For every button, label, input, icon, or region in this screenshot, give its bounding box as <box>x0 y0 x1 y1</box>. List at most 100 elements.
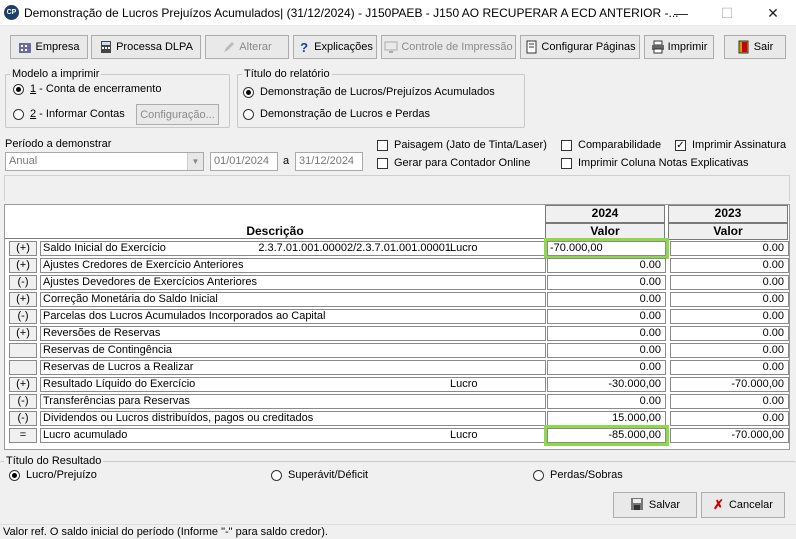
row-value-2023[interactable]: -70.000,00 <box>670 377 789 392</box>
row-value-2023[interactable]: 0.00 <box>670 343 789 358</box>
row-value-2023[interactable]: 0.00 <box>670 309 789 324</box>
processa-dlpa-button[interactable]: Processa DLPA <box>91 35 201 59</box>
titulo-option-1[interactable]: Demonstração de Lucros/Prejuízos Acumula… <box>243 86 495 98</box>
table-row: Reservas de Lucros a Realizar 0.00 0.00 <box>5 360 791 377</box>
sair-button[interactable]: Sair <box>724 35 786 59</box>
row-value-2023[interactable]: 0.00 <box>670 258 789 273</box>
alterar-button[interactable]: Alterar <box>205 35 289 59</box>
row-value-2024[interactable]: 0.00 <box>547 360 666 375</box>
row-value-2024[interactable]: 0.00 <box>547 258 666 273</box>
paisagem-box[interactable] <box>377 139 388 151</box>
row-sign: (+) <box>9 377 37 392</box>
chevron-down-icon[interactable]: ▼ <box>187 153 203 170</box>
periodo-label: Período a demonstrar <box>5 138 112 150</box>
resultado-radio-3[interactable] <box>533 469 544 481</box>
row-value-2024[interactable]: 0.00 <box>547 275 666 290</box>
resultado-option-2[interactable]: Superávit/Déficit <box>271 469 368 481</box>
assinatura-label: Imprimir Assinatura <box>692 139 787 151</box>
row-value-2024[interactable]: -70.000,00 <box>544 238 669 259</box>
explicacoes-button[interactable]: ? Explicações <box>293 35 377 59</box>
titulo-radio-1[interactable] <box>243 86 254 98</box>
resultado-option-3[interactable]: Perdas/Sobras <box>533 469 623 481</box>
row-value-2024[interactable]: 0.00 <box>547 292 666 307</box>
imprimir-button[interactable]: Imprimir <box>644 35 714 59</box>
monitor-icon <box>384 40 398 54</box>
configurar-paginas-button[interactable]: Configurar Páginas <box>520 35 640 59</box>
app-icon: CP <box>4 5 19 20</box>
row-value-2023[interactable]: 0.00 <box>670 241 789 256</box>
comparabilidade-box[interactable] <box>561 139 572 151</box>
resultado-legend: Título do Resultado <box>6 455 102 467</box>
row-value-2023[interactable]: 0.00 <box>670 292 789 307</box>
row-value-2023[interactable]: 0.00 <box>670 360 789 375</box>
periodo-select[interactable]: Anual ▼ <box>5 152 204 171</box>
table-row: (+) Ajustes Credores de Exercício Anterio… <box>5 258 791 275</box>
row-value-2024[interactable]: 0.00 <box>547 309 666 324</box>
row-sign <box>9 343 37 358</box>
gerar-box[interactable] <box>377 157 388 169</box>
modelo-radio-1[interactable] <box>13 83 24 95</box>
titulo-radio-2[interactable] <box>243 108 254 120</box>
coluna-notas-box[interactable] <box>561 157 572 169</box>
row-type: Lucro <box>450 429 478 441</box>
empresa-button[interactable]: Empresa <box>10 35 88 59</box>
periodo-start-field[interactable]: 01/01/2024 <box>210 152 278 171</box>
row-value-2024[interactable]: -30.000,00 <box>547 377 666 392</box>
configuracao-button[interactable]: Configuração... <box>136 104 219 125</box>
row-description: Transferências para Reservas <box>43 395 190 407</box>
grid-rows: (+) Saldo Inicial do Exercício 2.3.7.01.00… <box>5 238 791 449</box>
row-value-2023[interactable]: 0.00 <box>670 394 789 409</box>
alterar-label: Alterar <box>239 41 272 53</box>
row-value-2023[interactable]: 0.00 <box>670 275 789 290</box>
periodo-end-field[interactable]: 31/12/2024 <box>295 152 363 171</box>
row-value-2023[interactable]: 0.00 <box>670 326 789 341</box>
grid-header-desc-cell: Descrição <box>5 205 545 239</box>
modelo-radio-2[interactable] <box>13 108 24 120</box>
modelo-option-2[interactable]: 2 - Informar Contas <box>13 108 125 120</box>
row-value-2024[interactable]: 0.00 <box>547 343 666 358</box>
paisagem-checkbox[interactable]: Paisagem (Jato de Tinta/Laser) <box>377 139 547 151</box>
valor-header-1: Valor <box>545 223 665 240</box>
row-description: Correção Monetária do Saldo Inicial <box>43 293 218 305</box>
row-sign: (+) <box>9 241 37 256</box>
row-sign: (+) <box>9 258 37 273</box>
assinatura-checkbox[interactable]: ✓ Imprimir Assinatura <box>675 139 786 151</box>
row-sign <box>9 360 37 375</box>
row-value-2024[interactable]: -85.000,00 <box>544 425 669 446</box>
assinatura-box[interactable]: ✓ <box>675 139 686 151</box>
coluna-notas-checkbox[interactable]: Imprimir Coluna Notas Explicativas <box>561 157 749 169</box>
controle-impressao-button[interactable]: Controle de Impressão <box>381 35 516 59</box>
modelo-option-1[interactable]: 1 - Conta de encerramento <box>13 83 161 95</box>
configurar-label: Configurar Páginas <box>541 41 636 53</box>
resultado-radio-2[interactable] <box>271 469 282 481</box>
row-value-2024[interactable]: 0.00 <box>547 394 666 409</box>
gerar-label: Gerar para Contador Online <box>394 157 531 169</box>
gerar-checkbox[interactable]: Gerar para Contador Online <box>377 157 530 169</box>
resultado-radio-1[interactable] <box>9 469 20 481</box>
page-icon <box>524 40 538 54</box>
comparabilidade-checkbox[interactable]: Comparabilidade <box>561 139 661 151</box>
row-description-cell: Ajustes Devedores de Exercícios Anterior… <box>40 275 546 290</box>
row-value-2024[interactable]: 0.00 <box>547 326 666 341</box>
row-sign: (-) <box>9 275 37 290</box>
minimize-button[interactable]: — <box>658 0 704 26</box>
row-sign: = <box>9 428 37 443</box>
row-sign: (-) <box>9 411 37 426</box>
titulo-option-2[interactable]: Demonstração de Lucros e Perdas <box>243 108 430 120</box>
row-type: Lucro <box>450 378 478 390</box>
printer-icon <box>651 40 665 54</box>
periodo-select-value: Anual <box>9 155 38 167</box>
resultado-option-1[interactable]: Lucro/Prejuízo <box>9 469 97 481</box>
exit-door-icon <box>737 40 751 54</box>
row-value-2024[interactable]: 15.000,00 <box>547 411 666 426</box>
row-description-cell: Saldo Inicial do Exercício 2.3.7.01.001.0… <box>40 241 546 256</box>
modelo-legend: Modelo a imprimir <box>12 68 100 80</box>
coluna-notas-label: Imprimir Coluna Notas Explicativas <box>578 157 749 169</box>
close-button[interactable]: ✕ <box>750 0 796 26</box>
row-value-2023[interactable]: 0.00 <box>670 411 789 426</box>
checkmark-icon: ✓ <box>676 139 685 151</box>
row-value-2023[interactable]: -70.000,00 <box>670 428 789 443</box>
cancelar-button[interactable]: ✗ Cancelar <box>701 492 785 518</box>
maximize-button[interactable]: ☐ <box>704 0 750 26</box>
salvar-button[interactable]: Salvar <box>613 492 697 518</box>
